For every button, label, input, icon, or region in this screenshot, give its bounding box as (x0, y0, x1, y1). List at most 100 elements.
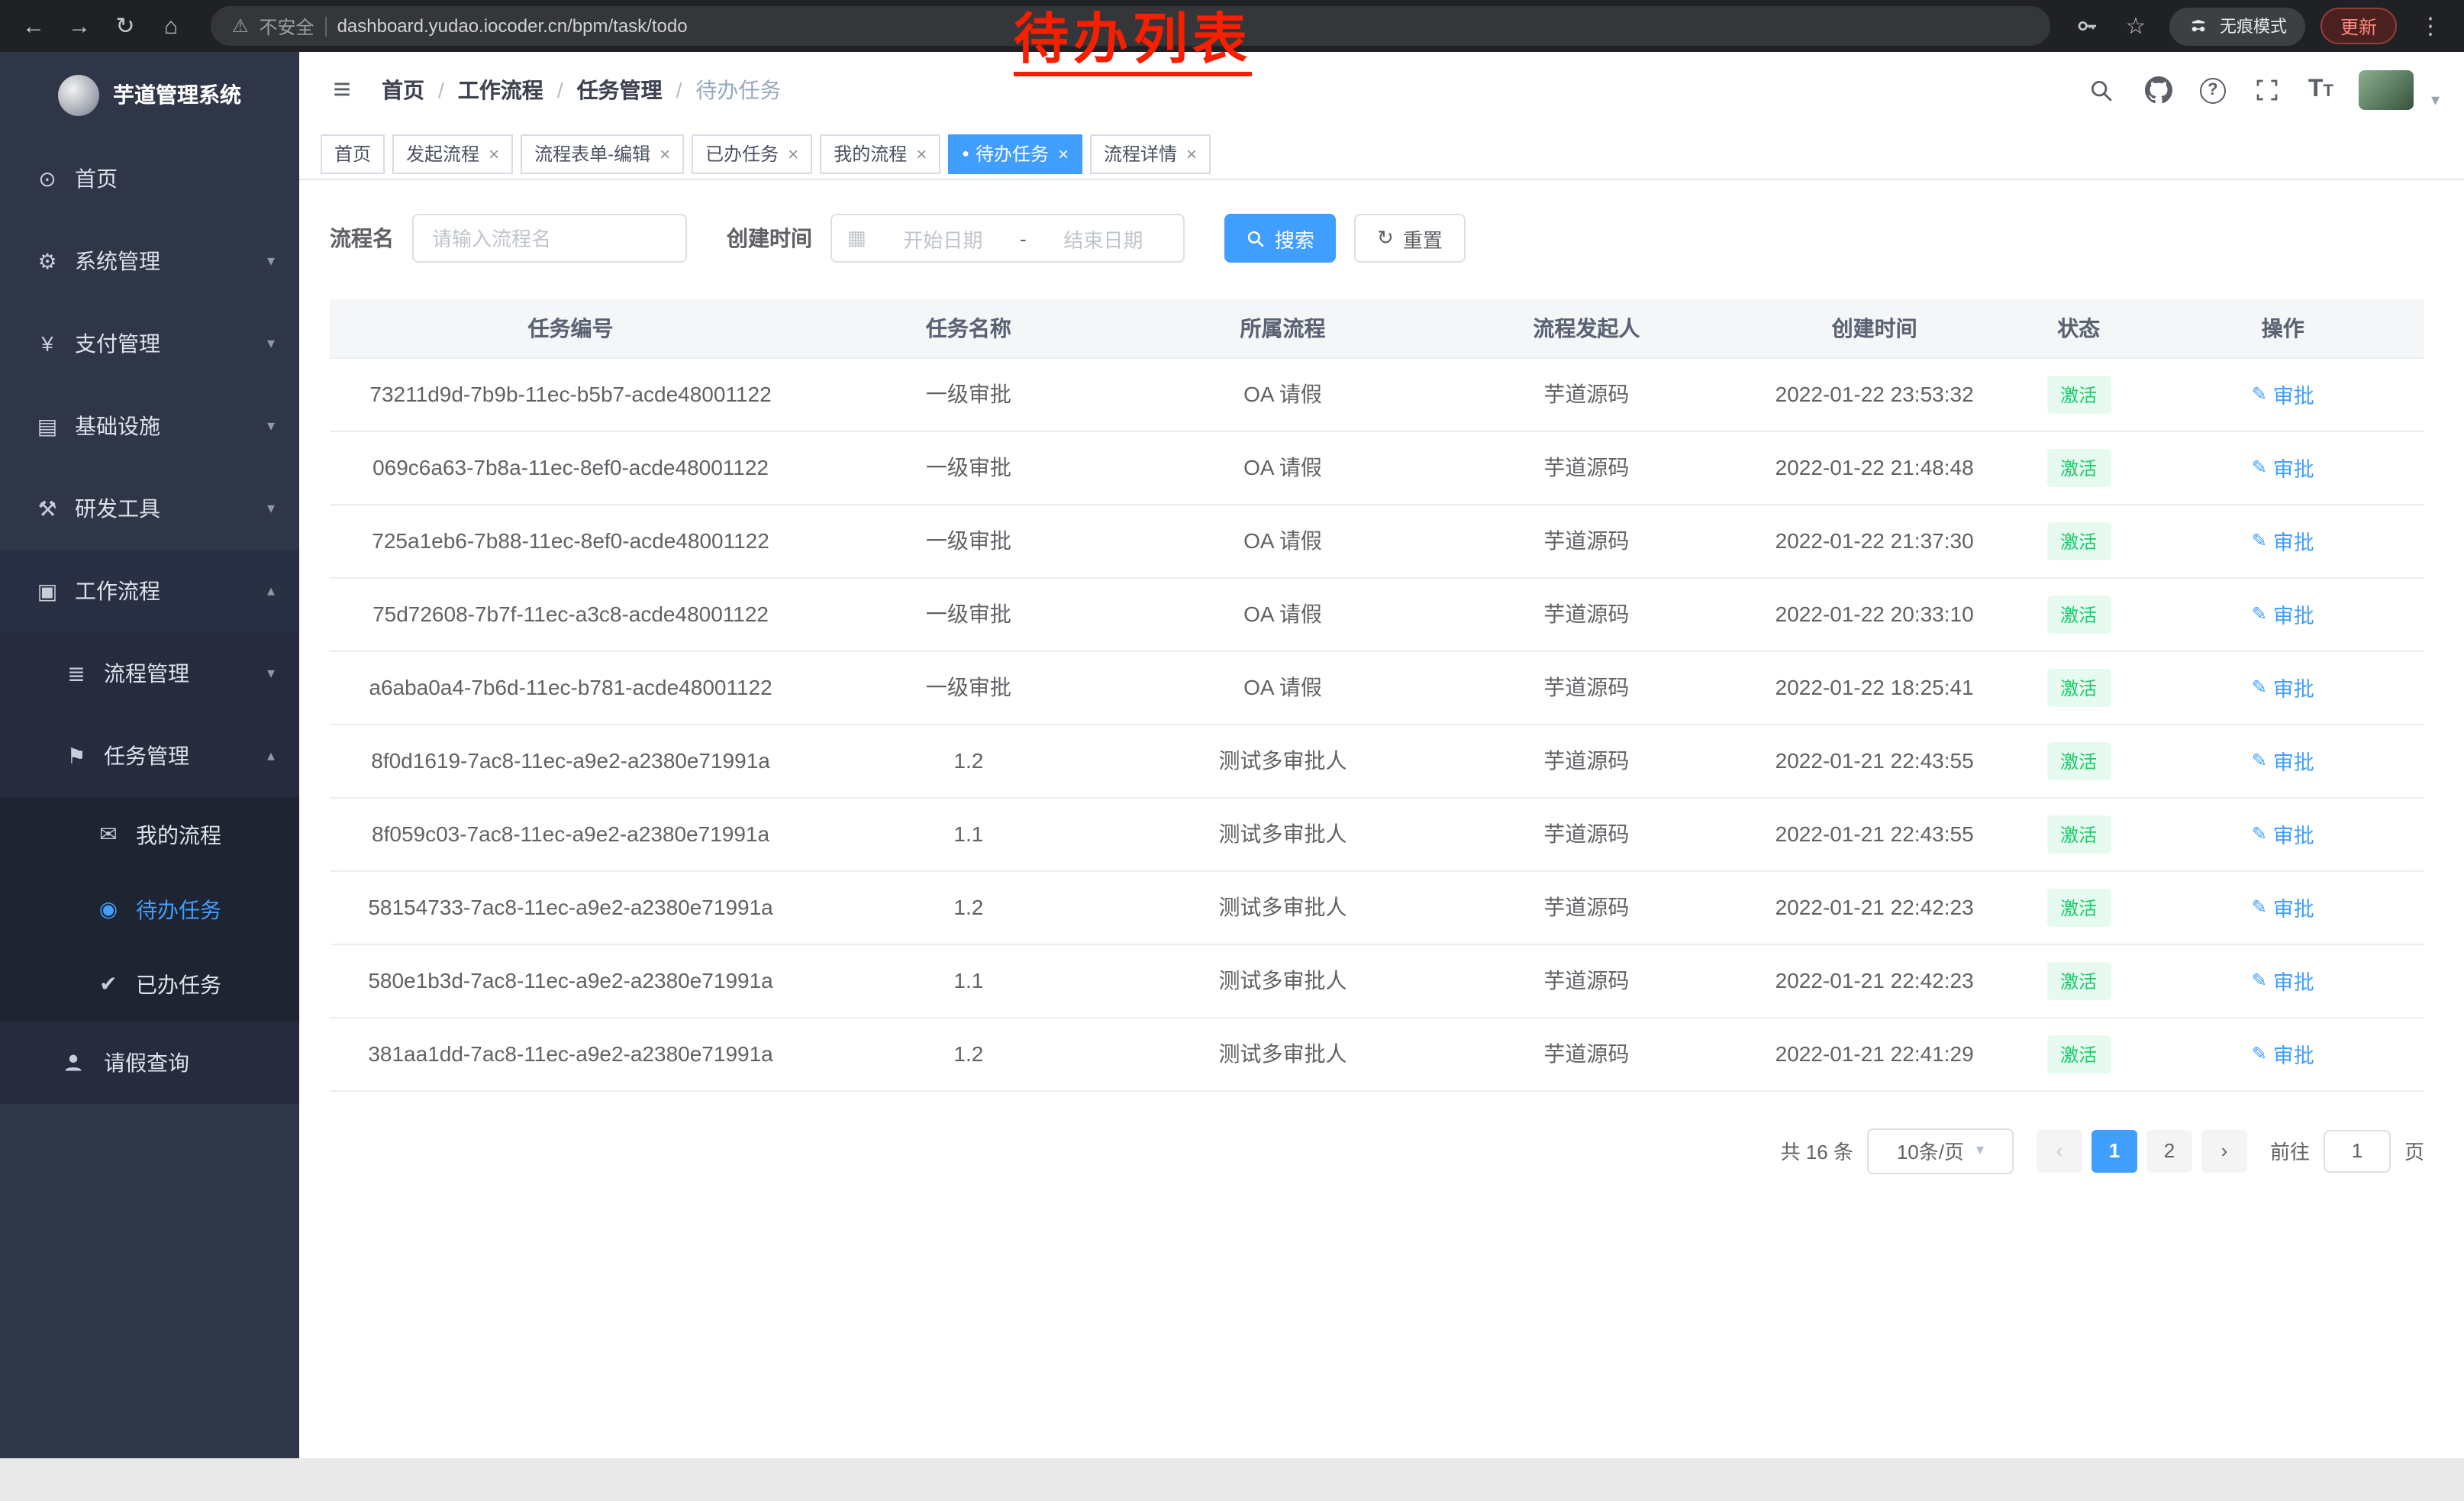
search-icon (1246, 228, 1266, 248)
create-time-cell: 2022-01-22 23:53:32 (1733, 357, 2015, 431)
approve-link[interactable]: ✎审批 (2252, 672, 2314, 702)
navbar-actions: ? TT ▾ (2087, 70, 2440, 110)
sidebar-item-payment[interactable]: ¥ 支付管理 ▾ (0, 302, 299, 385)
process-cell: OA 请假 (1126, 650, 1440, 724)
sidebar-item-done-tasks[interactable]: ✔ 已办任务 (0, 947, 299, 1022)
avatar-caret-icon[interactable]: ▾ (2431, 89, 2440, 109)
tabs-bar: 首页 发起流程× 流程表单-编辑× 已办任务× 我的流程× ●待办任务× 流程详… (299, 128, 2464, 180)
annotation-overlay: 待办列表 (1014, 9, 1252, 76)
close-icon[interactable]: × (1186, 144, 1197, 163)
app-logo[interactable]: 芋道管理系统 (0, 52, 299, 137)
task-name-cell: 一级审批 (811, 504, 1126, 577)
approve-link[interactable]: ✎审批 (2252, 892, 2314, 922)
sidebar-item-label: 待办任务 (136, 894, 221, 925)
approve-link[interactable]: ✎审批 (2252, 1038, 2314, 1069)
sidebar-item-workflow[interactable]: ▣ 工作流程 ▴ (0, 550, 299, 632)
create-time-cell: 2022-01-21 22:43:55 (1733, 724, 2015, 797)
approve-link[interactable]: ✎审批 (2252, 452, 2314, 483)
font-size-icon[interactable]: TT (2308, 76, 2333, 104)
tab-start-process[interactable]: 发起流程× (392, 134, 513, 173)
page-2-button[interactable]: 2 (2146, 1129, 2192, 1172)
approve-link[interactable]: ✎审批 (2252, 379, 2314, 409)
create-time-cell: 2022-01-22 21:37:30 (1733, 504, 2015, 577)
process-cell: 测试多审批人 (1126, 724, 1440, 797)
approve-link[interactable]: ✎审批 (2252, 818, 2314, 849)
close-icon[interactable]: × (788, 144, 798, 163)
bookmark-star-icon[interactable]: ☆ (2117, 12, 2154, 40)
tab-process-detail[interactable]: 流程详情× (1090, 134, 1211, 173)
browser-menu-icon[interactable]: ⋮ (2412, 12, 2449, 40)
navbar: ≡ 首页 / 工作流程 / 任务管理 / 待办任务 ? TT ▾ (299, 52, 2464, 128)
task-name-cell: 1.1 (811, 944, 1126, 1017)
github-icon[interactable] (2143, 75, 2174, 105)
tab-done-tasks[interactable]: 已办任务× (692, 134, 812, 173)
sidebar-item-infrastructure[interactable]: ▤ 基础设施 ▾ (0, 385, 299, 467)
tools-icon: ⚒ (34, 495, 61, 521)
fullscreen-icon[interactable] (2252, 75, 2282, 105)
sidebar-item-system[interactable]: ⚙ 系统管理 ▾ (0, 220, 299, 302)
approve-link[interactable]: ✎审批 (2252, 965, 2314, 996)
sidebar-item-my-process[interactable]: ✉ 我的流程 (0, 797, 299, 872)
tab-my-process[interactable]: 我的流程× (820, 134, 940, 173)
next-page-button[interactable]: › (2201, 1129, 2247, 1172)
sidebar-item-task-management[interactable]: ⚑ 任务管理 ▴ (0, 715, 299, 797)
status-badge: 激活 (2046, 595, 2111, 633)
page-1-button[interactable]: 1 (2091, 1129, 2137, 1172)
close-icon[interactable]: × (916, 144, 927, 163)
monitor-icon: ▤ (34, 413, 61, 439)
tab-process-form-edit[interactable]: 流程表单-编辑× (521, 134, 684, 173)
status-badge: 激活 (2046, 668, 2111, 706)
close-icon[interactable]: × (1058, 144, 1069, 163)
breadcrumb-item[interactable]: 工作流程 (458, 75, 543, 105)
process-cell: OA 请假 (1126, 431, 1440, 504)
search-button[interactable]: 搜索 (1224, 214, 1336, 263)
sidebar-item-process-management[interactable]: ≣ 流程管理 ▾ (0, 632, 299, 715)
starter-cell: 芋道源码 (1440, 797, 1733, 870)
user-avatar[interactable] (2359, 70, 2414, 110)
sidebar-item-home[interactable]: ⊙ 首页 (0, 137, 299, 220)
task-name-cell: 1.2 (811, 1017, 1126, 1090)
update-button[interactable]: 更新 (2320, 8, 2397, 44)
tab-todo-tasks[interactable]: ●待办任务× (948, 134, 1082, 173)
dashboard-icon: ⊙ (34, 166, 61, 192)
browser-reload-icon[interactable]: ↻ (107, 12, 144, 40)
goto-page-input[interactable] (2324, 1129, 2391, 1172)
starter-cell: 芋道源码 (1440, 944, 1733, 1017)
approve-link[interactable]: ✎审批 (2252, 599, 2314, 629)
pencil-icon: ✎ (2252, 676, 2267, 698)
sidebar-item-devtools[interactable]: ⚒ 研发工具 ▾ (0, 467, 299, 550)
filter-bar: 流程名 创建时间 ▦ 开始日期 - 结束日期 搜索 ↻ 重置 (330, 214, 2424, 263)
reset-button[interactable]: ↻ 重置 (1354, 214, 1466, 263)
tab-home[interactable]: 首页 (321, 134, 385, 173)
pagination-total: 共 16 条 (1781, 1136, 1853, 1165)
browser-back-icon[interactable]: ← (15, 13, 52, 39)
sidebar-collapse-icon[interactable]: ≡ (324, 73, 360, 108)
close-icon[interactable]: × (489, 144, 499, 163)
table-row: 580e1b3d-7ac8-11ec-a9e2-a2380e71991a 1.1… (330, 944, 2424, 1017)
check-icon: ✔ (95, 971, 122, 997)
flag-icon: ⚑ (63, 743, 90, 769)
help-icon[interactable]: ? (2200, 77, 2226, 103)
breadcrumb-item[interactable]: 任务管理 (577, 75, 663, 105)
approve-link[interactable]: ✎审批 (2252, 525, 2314, 556)
search-icon[interactable] (2087, 75, 2117, 105)
table-header-row: 任务编号 任务名称 所属流程 流程发起人 创建时间 状态 操作 (330, 299, 2424, 357)
breadcrumb-item[interactable]: 首页 (382, 75, 424, 105)
page-unit-label: 页 (2404, 1136, 2424, 1165)
pencil-icon: ✎ (2252, 603, 2267, 625)
page-size-select[interactable]: 10条/页 ▾ (1867, 1128, 2014, 1173)
sidebar-item-label: 研发工具 (75, 493, 160, 524)
pagination: 共 16 条 10条/页 ▾ ‹ 1 2 › 前往 页 (330, 1128, 2424, 1173)
date-range-picker[interactable]: ▦ 开始日期 - 结束日期 (830, 214, 1185, 263)
process-name-input[interactable] (412, 214, 687, 263)
sidebar-item-todo-tasks[interactable]: ◉ 待办任务 (0, 872, 299, 947)
password-key-icon[interactable] (2072, 11, 2102, 41)
close-icon[interactable]: × (660, 144, 670, 163)
app-title: 芋道管理系统 (113, 79, 241, 110)
approve-link[interactable]: ✎审批 (2252, 745, 2314, 776)
sidebar-item-leave-query[interactable]: 请假查询 (0, 1022, 299, 1104)
chevron-down-icon: ▾ (267, 335, 275, 352)
browser-forward-icon[interactable]: → (61, 13, 98, 39)
prev-page-button[interactable]: ‹ (2037, 1129, 2082, 1172)
browser-home-icon[interactable]: ⌂ (153, 13, 189, 39)
